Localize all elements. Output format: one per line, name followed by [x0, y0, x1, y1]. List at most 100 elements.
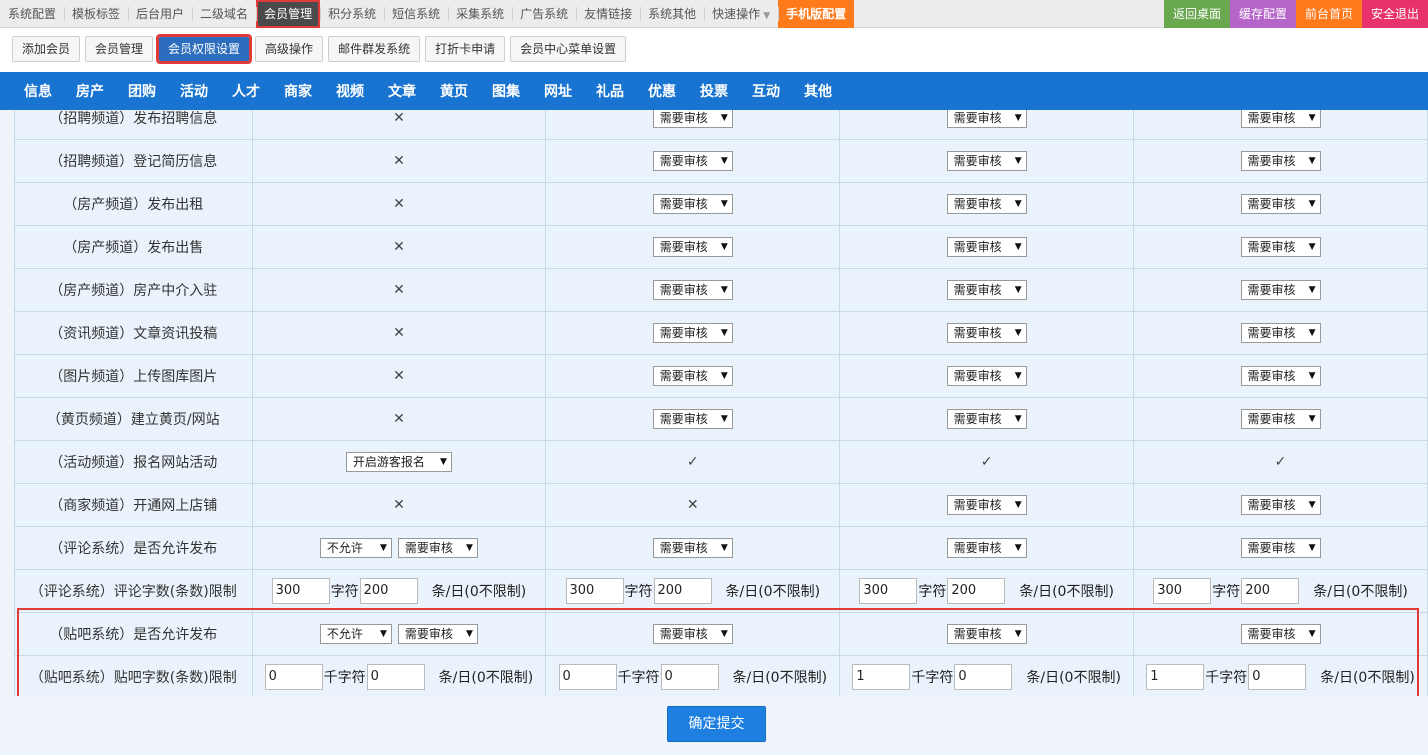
- topnav-item[interactable]: 短信系统: [384, 0, 448, 28]
- subbar-button[interactable]: 邮件群发系统: [328, 36, 421, 62]
- perm-cell: 需要审核: [1133, 225, 1428, 269]
- char-limit-input[interactable]: 300: [859, 578, 918, 604]
- select-dropdown[interactable]: 不允许: [319, 538, 392, 558]
- daily-limit-input[interactable]: 0: [954, 664, 1013, 690]
- subbar-button[interactable]: 高级操作: [255, 36, 324, 62]
- select-dropdown[interactable]: 需要审核: [1240, 495, 1321, 515]
- topnav-item[interactable]: 后台用户: [128, 0, 192, 28]
- select-dropdown[interactable]: 不允许: [319, 624, 392, 644]
- char-limit-input[interactable]: 1: [852, 664, 911, 690]
- subbar-button[interactable]: 会员管理: [85, 36, 154, 62]
- daily-limit-input[interactable]: 200: [1241, 578, 1300, 604]
- select-dropdown[interactable]: 需要审核: [946, 151, 1027, 171]
- channel-tab[interactable]: 商家: [272, 81, 324, 101]
- select-dropdown[interactable]: 需要审核: [652, 323, 733, 343]
- submit-button[interactable]: 确定提交: [667, 706, 766, 742]
- channel-tab[interactable]: 互动: [740, 81, 792, 101]
- select-dropdown[interactable]: 需要审核: [1240, 151, 1321, 171]
- topnav-item[interactable]: 系统配置: [0, 0, 64, 28]
- char-limit-input[interactable]: 0: [558, 664, 617, 690]
- channel-tab[interactable]: 文章: [376, 81, 428, 101]
- topnav-item[interactable]: 积分系统: [320, 0, 384, 28]
- subbar-button[interactable]: 会员中心菜单设置: [510, 36, 627, 62]
- select-dropdown[interactable]: 需要审核: [652, 280, 733, 300]
- topnav-right-button[interactable]: 缓存配置: [1229, 0, 1296, 28]
- perm-cell: ✕: [251, 225, 547, 269]
- select-dropdown[interactable]: 需要审核: [1240, 280, 1321, 300]
- channel-tab[interactable]: 房产: [64, 81, 116, 101]
- limit-group: 0 千字符 0 条/日(0不限制): [253, 664, 546, 690]
- topnav-item[interactable]: 会员管理: [256, 0, 321, 28]
- char-limit-input[interactable]: 1: [1146, 664, 1205, 690]
- channel-tab[interactable]: 图集: [480, 81, 532, 101]
- daily-limit-input[interactable]: 200: [359, 578, 418, 604]
- select-dropdown[interactable]: 需要审核: [946, 237, 1027, 257]
- subbar-button[interactable]: 会员权限设置: [156, 34, 253, 64]
- select-dropdown[interactable]: 需要审核: [652, 538, 733, 558]
- select-dropdown[interactable]: 需要审核: [1240, 237, 1321, 257]
- channel-tab[interactable]: 投票: [688, 81, 740, 101]
- daily-limit-input[interactable]: 200: [653, 578, 712, 604]
- select-dropdown[interactable]: 需要审核: [1240, 366, 1321, 386]
- channel-tab[interactable]: 活动: [168, 81, 220, 101]
- channel-tab[interactable]: 优惠: [636, 81, 688, 101]
- topnav-item[interactable]: 快速操作 ▼: [704, 0, 778, 28]
- select-dropdown[interactable]: 需要审核: [652, 151, 733, 171]
- subbar-button[interactable]: 添加会员: [12, 36, 81, 62]
- select-dropdown[interactable]: 需要审核: [652, 194, 733, 214]
- char-limit-input[interactable]: 300: [271, 578, 330, 604]
- select-dropdown[interactable]: 需要审核: [652, 110, 733, 128]
- select-dropdown[interactable]: 需要审核: [946, 538, 1027, 558]
- topnav-mobile-config[interactable]: 手机版配置: [778, 0, 855, 28]
- topnav-item[interactable]: 采集系统: [448, 0, 512, 28]
- select-dropdown[interactable]: 需要审核: [397, 538, 478, 558]
- select-dropdown[interactable]: 需要审核: [946, 495, 1027, 515]
- select-dropdown[interactable]: 需要审核: [1240, 110, 1321, 128]
- select-dropdown[interactable]: 需要审核: [1240, 194, 1321, 214]
- limit-cell: 300 字符 200 条/日(0不限制): [545, 569, 841, 613]
- topnav-item[interactable]: 二级域名: [192, 0, 256, 28]
- select-dropdown[interactable]: 需要审核: [946, 366, 1027, 386]
- subbar-button[interactable]: 打折卡申请: [425, 36, 506, 62]
- channel-tab[interactable]: 人才: [220, 81, 272, 101]
- select-dropdown[interactable]: 开启游客报名: [345, 452, 452, 472]
- topnav-item[interactable]: 广告系统: [512, 0, 576, 28]
- channel-tab[interactable]: 网址: [532, 81, 584, 101]
- topnav-item[interactable]: 系统其他: [640, 0, 704, 28]
- daily-limit-input[interactable]: 0: [1248, 664, 1307, 690]
- select-dropdown[interactable]: 需要审核: [946, 280, 1027, 300]
- select-dropdown[interactable]: 需要审核: [946, 409, 1027, 429]
- select-dropdown[interactable]: 需要审核: [652, 366, 733, 386]
- select-dropdown[interactable]: 需要审核: [1240, 538, 1321, 558]
- limit-group: 300 字符 200 条/日(0不限制): [1134, 578, 1427, 604]
- select-dropdown[interactable]: 需要审核: [946, 624, 1027, 644]
- topnav-item[interactable]: 友情链接: [576, 0, 640, 28]
- topnav-right-button[interactable]: 返回桌面: [1163, 0, 1230, 28]
- select-dropdown[interactable]: 需要审核: [652, 409, 733, 429]
- topnav-item[interactable]: 模板标签: [64, 0, 128, 28]
- channel-tab[interactable]: 礼品: [584, 81, 636, 101]
- topnav-right-button[interactable]: 前台首页: [1295, 0, 1362, 28]
- daily-limit-input[interactable]: 200: [947, 578, 1006, 604]
- char-limit-input[interactable]: 0: [264, 664, 323, 690]
- topnav-right-button[interactable]: 安全退出: [1361, 0, 1428, 28]
- char-limit-input[interactable]: 300: [1153, 578, 1212, 604]
- select-dropdown[interactable]: 需要审核: [652, 624, 733, 644]
- channel-tab[interactable]: 团购: [116, 81, 168, 101]
- select-dropdown[interactable]: 需要审核: [1240, 624, 1321, 644]
- permission-content: （招聘频道）发布招聘信息✕需要审核需要审核需要审核（招聘频道）登记简历信息✕需要…: [0, 110, 1428, 755]
- select-dropdown[interactable]: 需要审核: [946, 323, 1027, 343]
- select-dropdown[interactable]: 需要审核: [652, 237, 733, 257]
- daily-limit-input[interactable]: 0: [660, 664, 719, 690]
- channel-tab[interactable]: 信息: [12, 81, 64, 101]
- select-dropdown[interactable]: 需要审核: [1240, 409, 1321, 429]
- daily-limit-input[interactable]: 0: [366, 664, 425, 690]
- channel-tab[interactable]: 视频: [324, 81, 376, 101]
- select-dropdown[interactable]: 需要审核: [397, 624, 478, 644]
- channel-tab[interactable]: 其他: [792, 81, 844, 101]
- select-dropdown[interactable]: 需要审核: [1240, 323, 1321, 343]
- channel-tab[interactable]: 黄页: [428, 81, 480, 101]
- select-dropdown[interactable]: 需要审核: [946, 194, 1027, 214]
- char-limit-input[interactable]: 300: [565, 578, 624, 604]
- select-dropdown[interactable]: 需要审核: [946, 110, 1027, 128]
